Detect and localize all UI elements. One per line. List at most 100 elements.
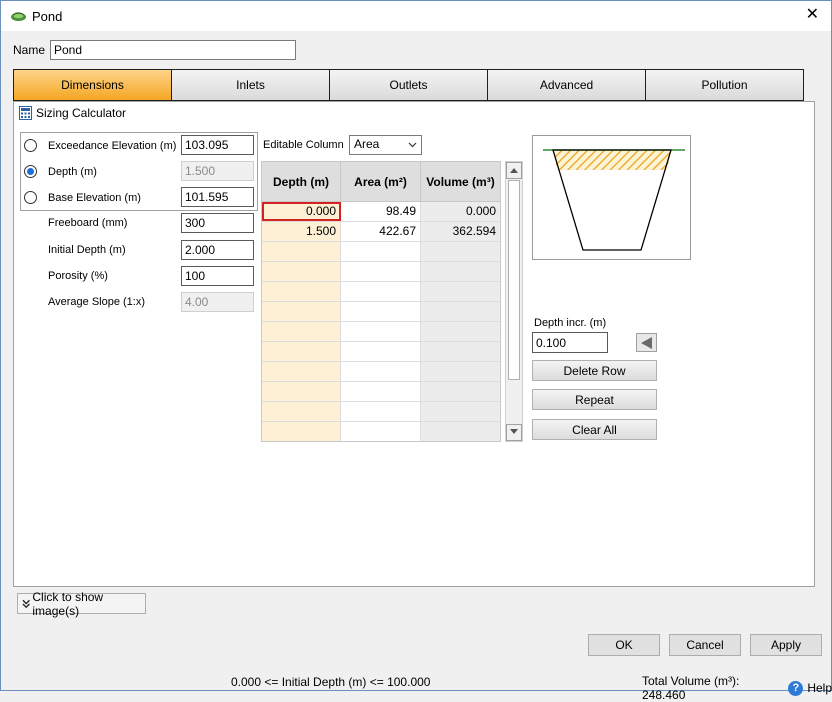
table-cell[interactable] bbox=[341, 282, 421, 301]
name-input[interactable] bbox=[50, 40, 296, 60]
table-cell[interactable] bbox=[341, 362, 421, 381]
average-slope-input: 4.00 bbox=[181, 292, 254, 312]
table-cell[interactable] bbox=[341, 322, 421, 341]
table-cell[interactable] bbox=[341, 302, 421, 321]
table-cell[interactable] bbox=[341, 242, 421, 261]
table-cell[interactable] bbox=[341, 382, 421, 401]
table-row bbox=[262, 262, 500, 282]
depth-label: Depth (m) bbox=[48, 165, 97, 178]
exceedance-row: Exceedance Elevation (m) bbox=[24, 139, 176, 152]
tab-bar: Dimensions Inlets Outlets Advanced Pollu… bbox=[13, 69, 804, 101]
triangle-down-icon bbox=[510, 429, 518, 434]
freeboard-label: Freeboard (mm) bbox=[48, 217, 128, 229]
table-cell bbox=[421, 302, 500, 321]
validation-hint: 0.000 <= Initial Depth (m) <= 100.000 bbox=[231, 675, 431, 689]
header-area[interactable]: Area (m²) bbox=[341, 162, 421, 201]
table-cell[interactable] bbox=[341, 262, 421, 281]
exceedance-label: Exceedance Elevation (m) bbox=[48, 139, 177, 152]
show-images-button[interactable]: Click to show image(s) bbox=[17, 590, 146, 618]
average-slope-label: Average Slope (1:x) bbox=[48, 296, 146, 308]
header-depth[interactable]: Depth (m) bbox=[262, 162, 341, 201]
table-cell[interactable]: 422.67 bbox=[341, 222, 421, 241]
table-cell[interactable] bbox=[341, 342, 421, 361]
table-cell[interactable] bbox=[262, 302, 341, 321]
sizing-calculator[interactable]: Sizing Calculator bbox=[19, 106, 126, 120]
initial-depth-label: Initial Depth (m) bbox=[48, 244, 126, 256]
base-elevation-row: Base Elevation (m) bbox=[24, 191, 141, 204]
table-row bbox=[262, 402, 500, 422]
title-bar: Pond ✕ bbox=[1, 1, 831, 31]
table-cell[interactable] bbox=[341, 422, 421, 441]
porosity-label: Porosity (%) bbox=[48, 270, 108, 282]
help-icon[interactable]: ? bbox=[788, 680, 804, 696]
exceedance-radio[interactable] bbox=[24, 139, 37, 152]
table-row bbox=[262, 302, 500, 322]
name-label: Name bbox=[13, 43, 46, 57]
table-cell[interactable] bbox=[262, 382, 341, 401]
apply-button[interactable]: Apply bbox=[750, 634, 822, 656]
tab-outlets[interactable]: Outlets bbox=[330, 70, 488, 100]
table-row bbox=[262, 322, 500, 342]
tab-dimensions[interactable]: Dimensions bbox=[14, 70, 172, 100]
table-cell[interactable]: 1.500 bbox=[262, 222, 341, 241]
scroll-thumb[interactable] bbox=[508, 180, 520, 380]
repeat-button[interactable]: Repeat bbox=[532, 389, 657, 410]
table-cell bbox=[421, 322, 500, 341]
table-scrollbar[interactable] bbox=[505, 161, 523, 442]
close-icon[interactable]: ✕ bbox=[806, 6, 819, 24]
pond-app-icon bbox=[11, 12, 26, 21]
help-link[interactable]: Help bbox=[807, 681, 832, 695]
table-row bbox=[262, 342, 500, 362]
base-elevation-label: Base Elevation (m) bbox=[48, 191, 141, 204]
table-cell[interactable] bbox=[262, 242, 341, 261]
table-cell[interactable] bbox=[262, 262, 341, 281]
initial-depth-input[interactable]: 2.000 bbox=[181, 240, 254, 260]
table-cell: 362.594 bbox=[421, 222, 500, 241]
table-cell[interactable] bbox=[262, 322, 341, 341]
header-volume[interactable]: Volume (m³) bbox=[421, 162, 500, 201]
depth-increment-label: Depth incr. (m) bbox=[534, 317, 607, 329]
delete-row-button[interactable]: Delete Row bbox=[532, 360, 657, 381]
cross-section-diagram bbox=[543, 149, 685, 251]
table-cell bbox=[421, 362, 500, 381]
table-cell[interactable]: 98.49 bbox=[341, 202, 421, 221]
total-volume: Total Volume (m³): 248.460 bbox=[642, 674, 740, 702]
tab-advanced[interactable]: Advanced bbox=[488, 70, 646, 100]
table-cell[interactable] bbox=[341, 402, 421, 421]
base-elevation-input[interactable]: 101.595 bbox=[181, 187, 254, 207]
depth-row: Depth (m) bbox=[24, 165, 97, 178]
porosity-input[interactable]: 100 bbox=[181, 266, 254, 286]
editable-column-select[interactable]: Area bbox=[349, 135, 422, 155]
table-cell bbox=[421, 422, 500, 441]
table-cell[interactable] bbox=[262, 362, 341, 381]
exceedance-input[interactable]: 103.095 bbox=[181, 135, 254, 155]
status-summary: Total Volume (m³): 248.460 ? Help bbox=[642, 674, 832, 702]
table-cell[interactable] bbox=[262, 422, 341, 441]
clear-all-button[interactable]: Clear All bbox=[532, 419, 657, 440]
table-cell[interactable] bbox=[262, 402, 341, 421]
sizing-calculator-label: Sizing Calculator bbox=[36, 106, 127, 120]
tab-inlets[interactable]: Inlets bbox=[172, 70, 330, 100]
editable-column-value: Area bbox=[354, 137, 380, 151]
table-row bbox=[262, 362, 500, 382]
table-cell[interactable] bbox=[262, 282, 341, 301]
freeboard-input[interactable]: 300 bbox=[181, 213, 254, 233]
pond-cross-section-preview bbox=[532, 135, 691, 260]
table-cell[interactable]: 0.000 bbox=[262, 202, 341, 221]
table-cell[interactable] bbox=[262, 342, 341, 361]
cancel-button[interactable]: Cancel bbox=[669, 634, 741, 656]
scroll-down-button[interactable] bbox=[506, 424, 522, 441]
scroll-up-button[interactable] bbox=[506, 162, 522, 179]
dimension-table: Depth (m) Area (m²) Volume (m³) 0.000 98… bbox=[261, 161, 501, 442]
base-elevation-radio[interactable] bbox=[24, 191, 37, 204]
depth-radio[interactable] bbox=[24, 165, 37, 178]
ok-button[interactable]: OK bbox=[588, 634, 660, 656]
depth-input: 1.500 bbox=[181, 161, 254, 181]
table-row bbox=[262, 242, 500, 262]
dimensions-panel: Sizing Calculator Exceedance Elevation (… bbox=[13, 101, 815, 587]
tab-pollution[interactable]: Pollution bbox=[646, 70, 803, 100]
apply-increment-button[interactable] bbox=[636, 333, 657, 352]
depth-increment-input[interactable] bbox=[532, 332, 608, 353]
window-title: Pond bbox=[32, 9, 63, 24]
table-row bbox=[262, 422, 500, 441]
